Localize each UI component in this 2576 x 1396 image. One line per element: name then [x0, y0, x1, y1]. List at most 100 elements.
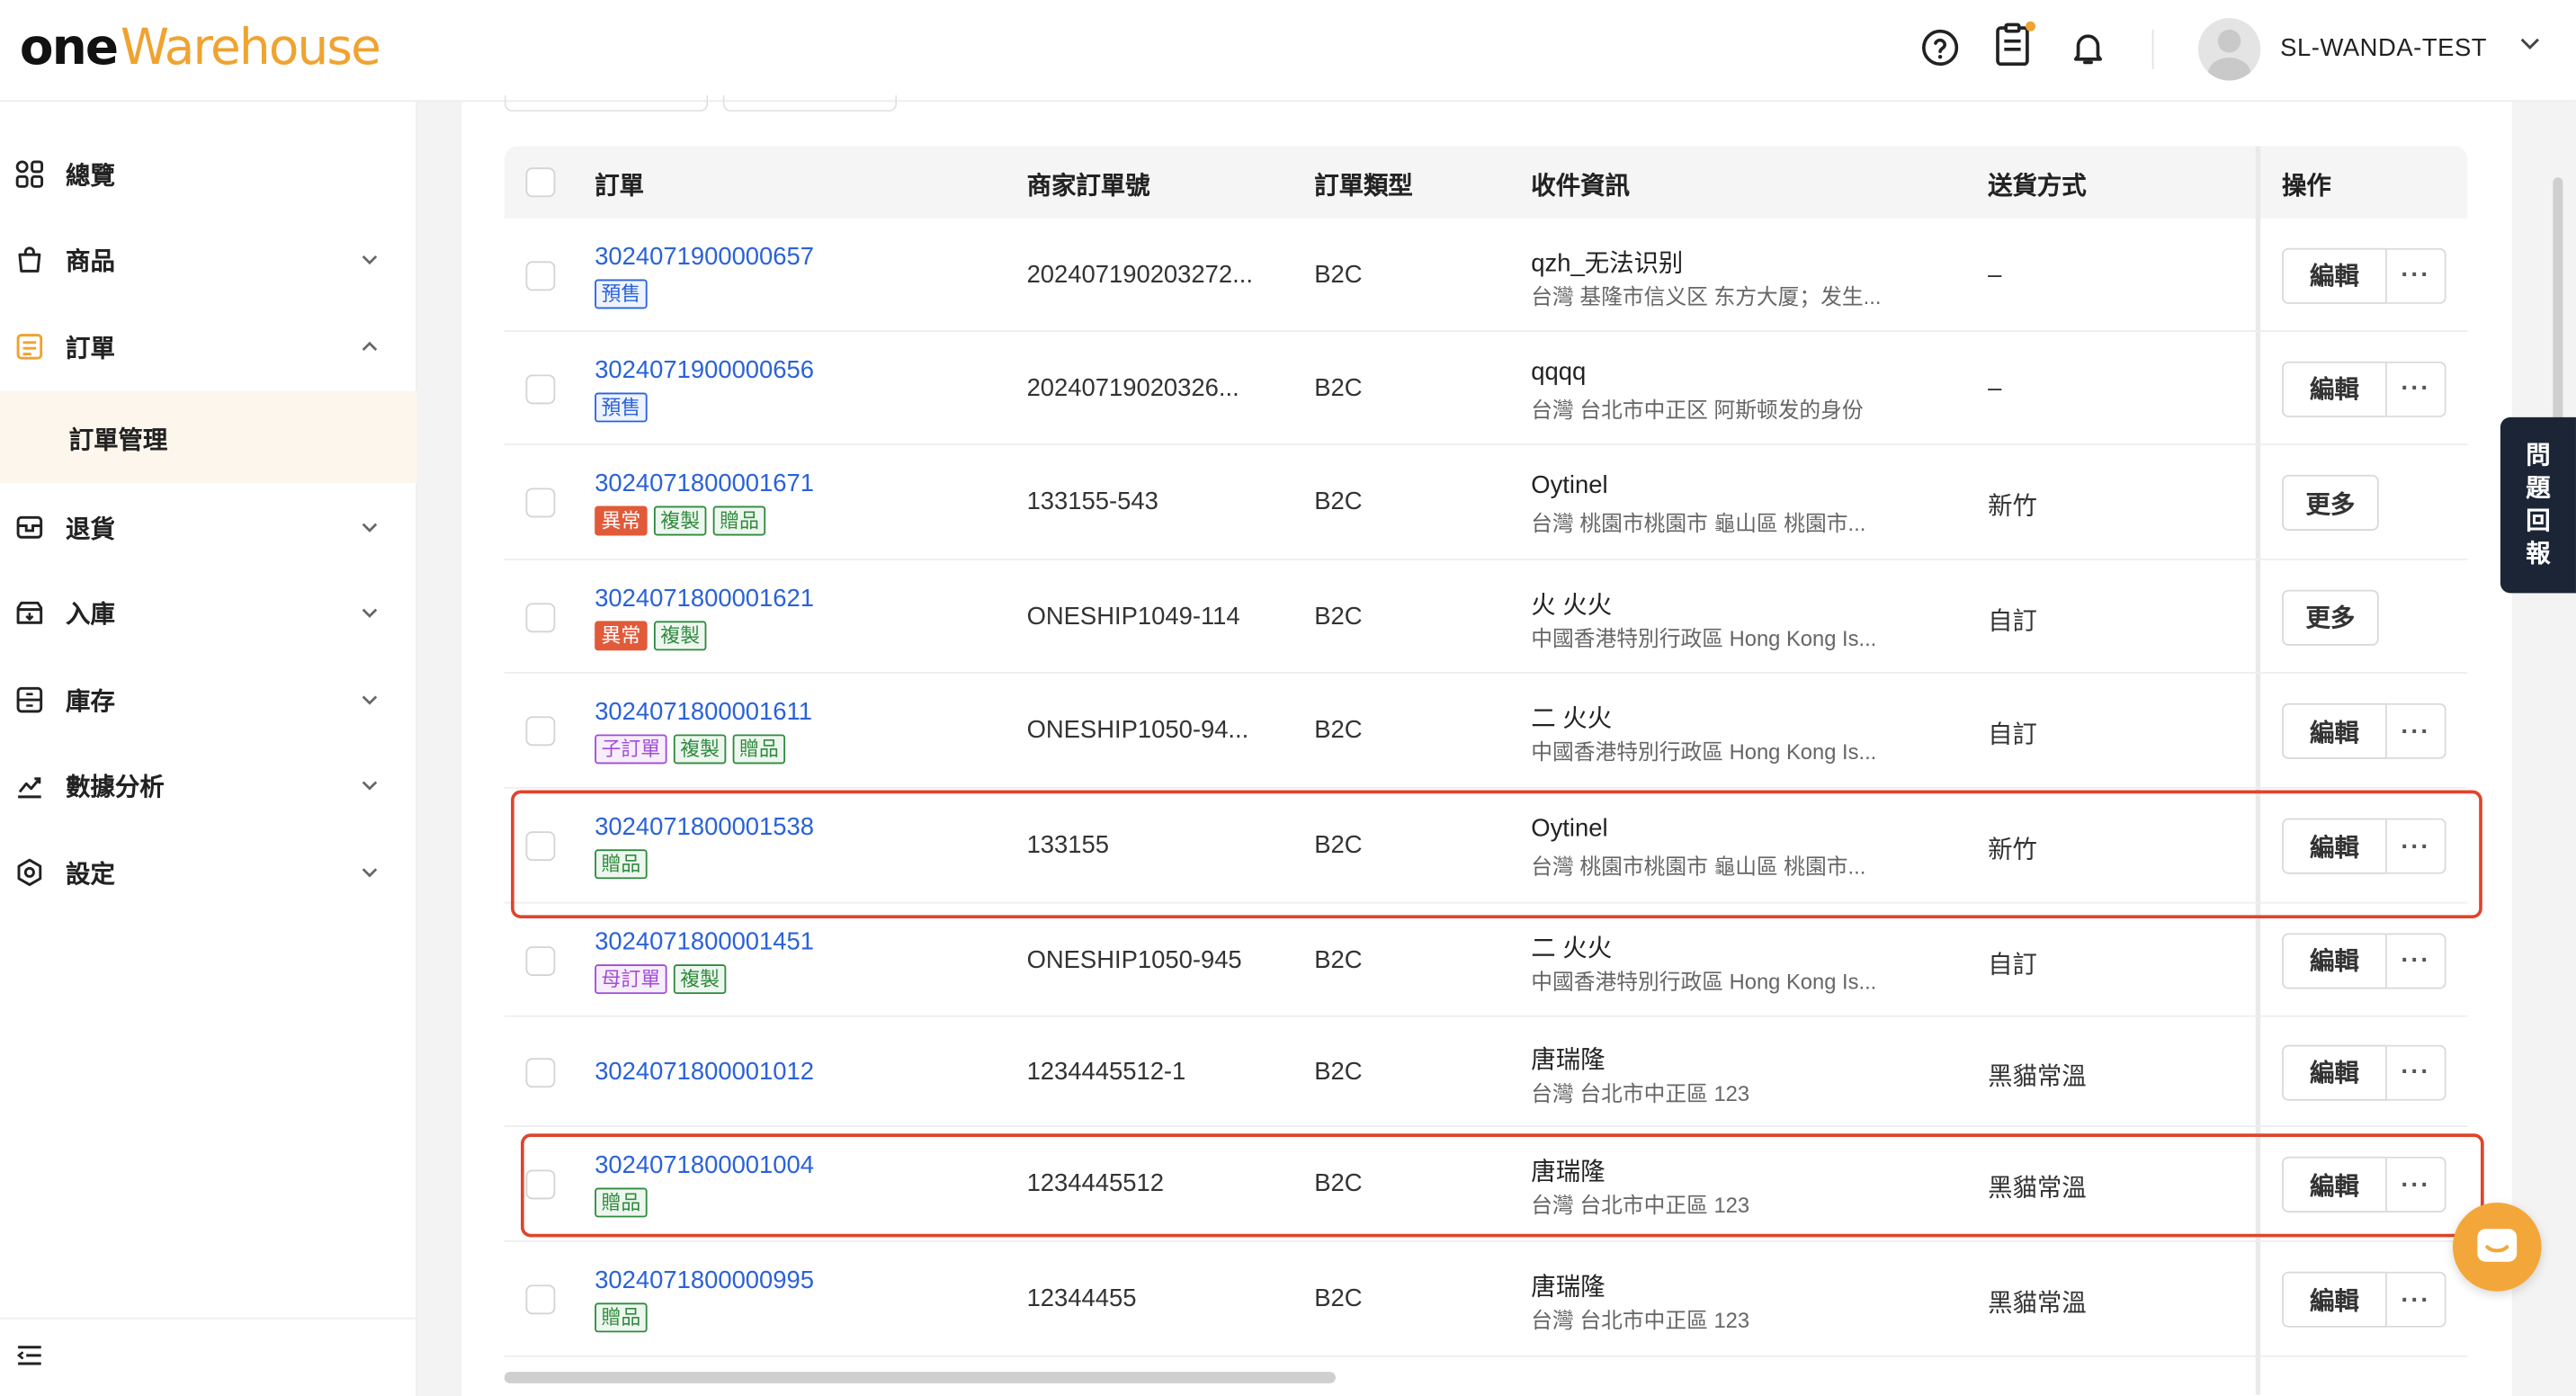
shipping-method: 自訂	[1988, 720, 2037, 749]
sidebar-item-label: 入庫	[66, 600, 115, 629]
sidebar-item-inbound[interactable]: 入庫	[0, 570, 417, 656]
more-options-button[interactable]: ···	[2386, 1271, 2446, 1328]
filter-button-partial[interactable]	[722, 94, 898, 112]
more-options-button[interactable]: ···	[2386, 702, 2446, 759]
chat-support-button[interactable]	[2452, 1202, 2542, 1292]
shipping-method: 新竹	[1988, 492, 2037, 522]
order-type: B2C	[1314, 260, 1363, 289]
row-checkbox[interactable]	[525, 716, 556, 747]
task-clipboard-icon[interactable]	[1993, 21, 2036, 67]
order-type: B2C	[1314, 373, 1363, 402]
tag-presale: 預售	[595, 278, 648, 309]
merchant-order-no: 202407190203272...	[1026, 260, 1253, 289]
tag-copy: 複製	[673, 734, 727, 765]
more-options-button[interactable]: ···	[2386, 1043, 2446, 1100]
order-number-link[interactable]: 3024071800001671	[595, 470, 814, 497]
order-number-link[interactable]: 3024071800001611	[595, 698, 812, 726]
edit-button[interactable]: 編輯	[2282, 360, 2387, 417]
table-header: 訂單 商家訂單號 訂單類型 收件資訊 送貨方式 操作	[504, 146, 2468, 219]
sidebar-item-overview[interactable]: 總覽	[0, 131, 417, 217]
table-row[interactable]: 3024071800001611 子訂單 複製 贈品 ONESHIP1050-94...…	[504, 674, 2468, 789]
shipping-method: 自訂	[1988, 606, 2037, 635]
row-checkbox[interactable]	[525, 602, 556, 632]
feedback-tab[interactable]: 問 題 回 報	[2500, 416, 2576, 594]
settings-icon	[14, 857, 44, 887]
sidebar-item-settings[interactable]: 設定	[0, 829, 417, 915]
sidebar-item-label: 退貨	[66, 515, 115, 543]
recipient-address: 台灣 桃園市桃園市 龜山區 桃園市...	[1531, 511, 1866, 536]
help-icon[interactable]	[1919, 26, 1961, 68]
feedback-label-char: 回	[2526, 506, 2551, 535]
edit-button[interactable]: 編輯	[2282, 246, 2387, 303]
recipient-address: 台灣 基隆市信义区 东方大厦；发生...	[1531, 283, 1882, 309]
chevron-down-icon	[358, 601, 381, 632]
table-row[interactable]: 3024071900000657 預售 202407190203272... B2C q…	[504, 219, 2468, 332]
user-avatar[interactable]	[2197, 18, 2261, 81]
tag-gift: 贈品	[732, 734, 786, 765]
recipient-name: qzh_无法识别	[1531, 248, 1684, 277]
more-options-button[interactable]: ···	[2386, 246, 2446, 303]
tag-abnormal: 異常	[595, 620, 648, 650]
column-header-recipient: 收件資訊	[1531, 172, 1630, 201]
select-all-checkbox[interactable]	[525, 167, 556, 198]
merchant-order-no: ONESHIP1050-945	[1026, 945, 1242, 974]
column-header-order: 訂單	[595, 172, 645, 201]
recipient-name: 唐瑞隆	[1531, 1273, 1606, 1302]
highlight-box	[511, 790, 2482, 919]
order-type: B2C	[1314, 945, 1363, 974]
more-options-button[interactable]: ···	[2386, 360, 2446, 417]
order-number-link[interactable]: 3024071900000656	[595, 355, 814, 383]
row-checkbox[interactable]	[525, 488, 556, 518]
more-button[interactable]: 更多	[2282, 588, 2379, 645]
edit-button[interactable]: 編輯	[2282, 1043, 2387, 1100]
order-type: B2C	[1314, 716, 1363, 745]
sidebar-item-products[interactable]: 商品	[0, 217, 417, 302]
table-row[interactable]: 3024071800001012 1234445512-1 B2C 唐瑞隆 台灣 台北市…	[504, 1017, 2468, 1127]
row-checkbox[interactable]	[525, 1284, 556, 1315]
vertical-scrollbar[interactable]	[2553, 177, 2563, 457]
table-row[interactable]: 3024071800001621 異常 複製 ONESHIP1049-114 B2C 火 …	[504, 560, 2468, 674]
order-number-link[interactable]: 3024071900000657	[595, 242, 814, 270]
table-row[interactable]: 3024071800000995 贈品 12344455 B2C 唐瑞隆 台灣 台北市中正…	[504, 1242, 2468, 1357]
sidebar-item-label: 設定	[66, 860, 115, 889]
table-row[interactable]: 3024071900000656 預售 20240719020326... B2C qq…	[504, 332, 2468, 445]
row-checkbox[interactable]	[525, 945, 556, 976]
recipient-address: 中國香港特別行政區 Hong Kong Is...	[1531, 968, 1877, 994]
chevron-down-icon	[358, 774, 381, 805]
table-row[interactable]: 3024071800001451 母訂單 複製 ONESHIP1050-945 B2C 二…	[504, 904, 2468, 1017]
app-logo[interactable]: one Warehouse	[20, 20, 381, 77]
filter-button-partial[interactable]	[504, 94, 709, 112]
sidebar-item-analytics[interactable]: 數據分析	[0, 743, 417, 828]
chevron-down-icon[interactable]	[2517, 30, 2543, 64]
order-number-link[interactable]: 3024071800001451	[595, 927, 814, 955]
recipient-address: 中國香港特別行政區 Hong Kong Is...	[1531, 624, 1877, 650]
recipient-address: 中國香港特別行政區 Hong Kong Is...	[1531, 738, 1877, 765]
more-button[interactable]: 更多	[2282, 474, 2379, 531]
recipient-name: qqqq	[1531, 357, 1587, 386]
sidebar-item-returns[interactable]: 退貨	[0, 485, 417, 570]
more-options-button[interactable]: ···	[2386, 932, 2446, 989]
order-number-link[interactable]: 3024071800000995	[595, 1266, 814, 1294]
sidebar-item-orders[interactable]: 訂單	[0, 304, 417, 389]
table-row[interactable]: 3024071800001671 異常 複製 贈品 133155-543 B2C Oytin…	[504, 445, 2468, 560]
order-number-link[interactable]: 3024071800001012	[595, 1057, 814, 1085]
sidebar-item-inventory[interactable]: 庫存	[0, 658, 417, 743]
merchant-order-no: 133155-543	[1026, 488, 1158, 516]
collapse-menu-icon[interactable]	[14, 1340, 44, 1378]
edit-button[interactable]: 編輯	[2282, 702, 2387, 759]
column-header-order-type: 訂單類型	[1314, 172, 1413, 201]
username[interactable]: SL-WANDA-TEST	[2280, 34, 2487, 62]
edit-button[interactable]: 編輯	[2282, 1271, 2387, 1328]
row-checkbox[interactable]	[525, 1057, 556, 1087]
row-checkbox[interactable]	[525, 260, 556, 291]
shipping-method: 黑貓常溫	[1988, 1289, 2087, 1318]
chevron-up-icon	[358, 336, 381, 367]
edit-button[interactable]: 編輯	[2282, 932, 2387, 989]
order-icon	[14, 332, 44, 362]
horizontal-scrollbar[interactable]	[504, 1372, 1336, 1383]
sidebar-subitem-order-management[interactable]: 訂單管理	[0, 390, 417, 483]
row-checkbox[interactable]	[525, 373, 556, 404]
notification-bell-icon[interactable]	[2067, 26, 2109, 68]
header-divider	[2151, 29, 2154, 69]
order-number-link[interactable]: 3024071800001621	[595, 584, 814, 612]
